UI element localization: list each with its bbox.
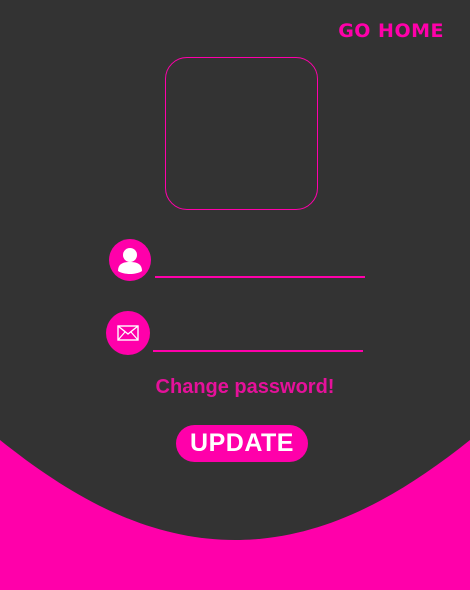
profile-picture-frame[interactable]: [165, 57, 318, 210]
go-home-link[interactable]: GO HOME: [338, 20, 444, 42]
email-field[interactable]: [153, 326, 363, 352]
mail-icon: [106, 311, 150, 355]
change-password-link[interactable]: Change password!: [0, 376, 470, 399]
update-button[interactable]: UPDATE: [176, 425, 308, 462]
username-field[interactable]: [155, 252, 365, 278]
user-icon: [109, 239, 151, 281]
